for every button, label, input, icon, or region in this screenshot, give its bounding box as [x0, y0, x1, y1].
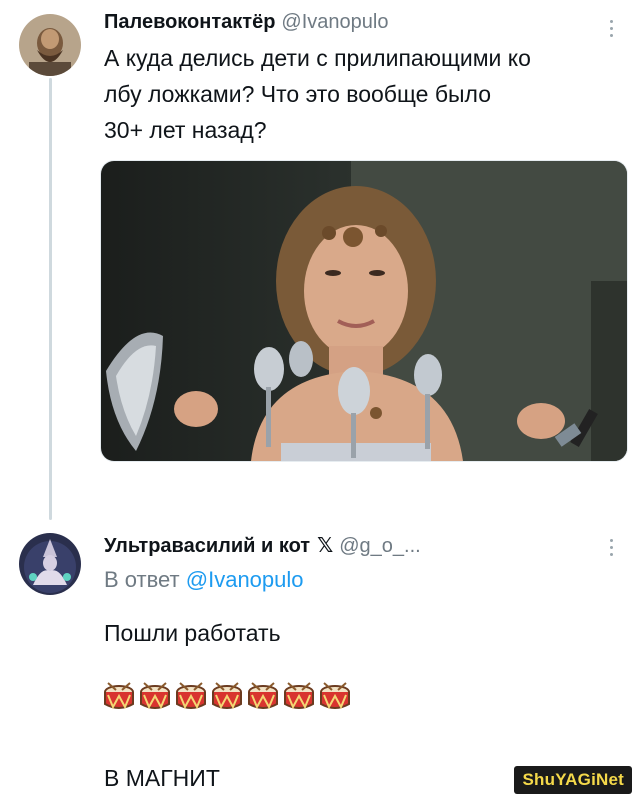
- drum-icon: [246, 680, 280, 714]
- thread-connector-line: [49, 78, 52, 520]
- display-name[interactable]: Палевоконтактёр: [104, 11, 275, 34]
- more-options-icon[interactable]: [608, 539, 614, 559]
- drum-icon: [138, 680, 172, 714]
- display-name[interactable]: Ультравасилий и кот: [104, 535, 310, 558]
- more-options-icon[interactable]: [608, 20, 614, 40]
- tweet-text: Пошли работать: [104, 620, 281, 646]
- drum-icon: [174, 680, 208, 714]
- avatar[interactable]: [19, 14, 81, 76]
- x-logo-icon: 𝕏: [317, 535, 334, 557]
- reply-to-label: В ответ: [104, 567, 180, 592]
- emoji-row: [102, 680, 352, 714]
- drum-icon: [282, 680, 316, 714]
- tweet-photo[interactable]: [100, 160, 628, 462]
- tweet-text-line: А куда делись дети с прилипающими ко: [104, 45, 531, 71]
- user-handle[interactable]: @g_o_...: [339, 535, 420, 558]
- tweet-text: А куда делись дети с прилипающими ко лбу…: [104, 40, 624, 148]
- user-handle[interactable]: @Ivanopulo: [281, 11, 388, 34]
- tweet-text-line: 30+ лет назад?: [104, 117, 267, 143]
- reply-to-handle-link[interactable]: @Ivanopulo: [186, 567, 304, 592]
- site-watermark: ShuYAGiNet: [514, 766, 632, 794]
- tweet-header: Ультравасилий и кот 𝕏 @g_o_...: [104, 533, 421, 558]
- tweet-text-line: лбу ложками? Что это вообще было: [104, 81, 491, 107]
- avatar[interactable]: [19, 533, 81, 595]
- drum-icon: [102, 680, 136, 714]
- reply-to-line: В ответ @Ivanopulo: [104, 567, 304, 593]
- drum-icon: [318, 680, 352, 714]
- drum-icon: [210, 680, 244, 714]
- tweet-header: Палевоконтактёр @Ivanopulo: [104, 11, 388, 34]
